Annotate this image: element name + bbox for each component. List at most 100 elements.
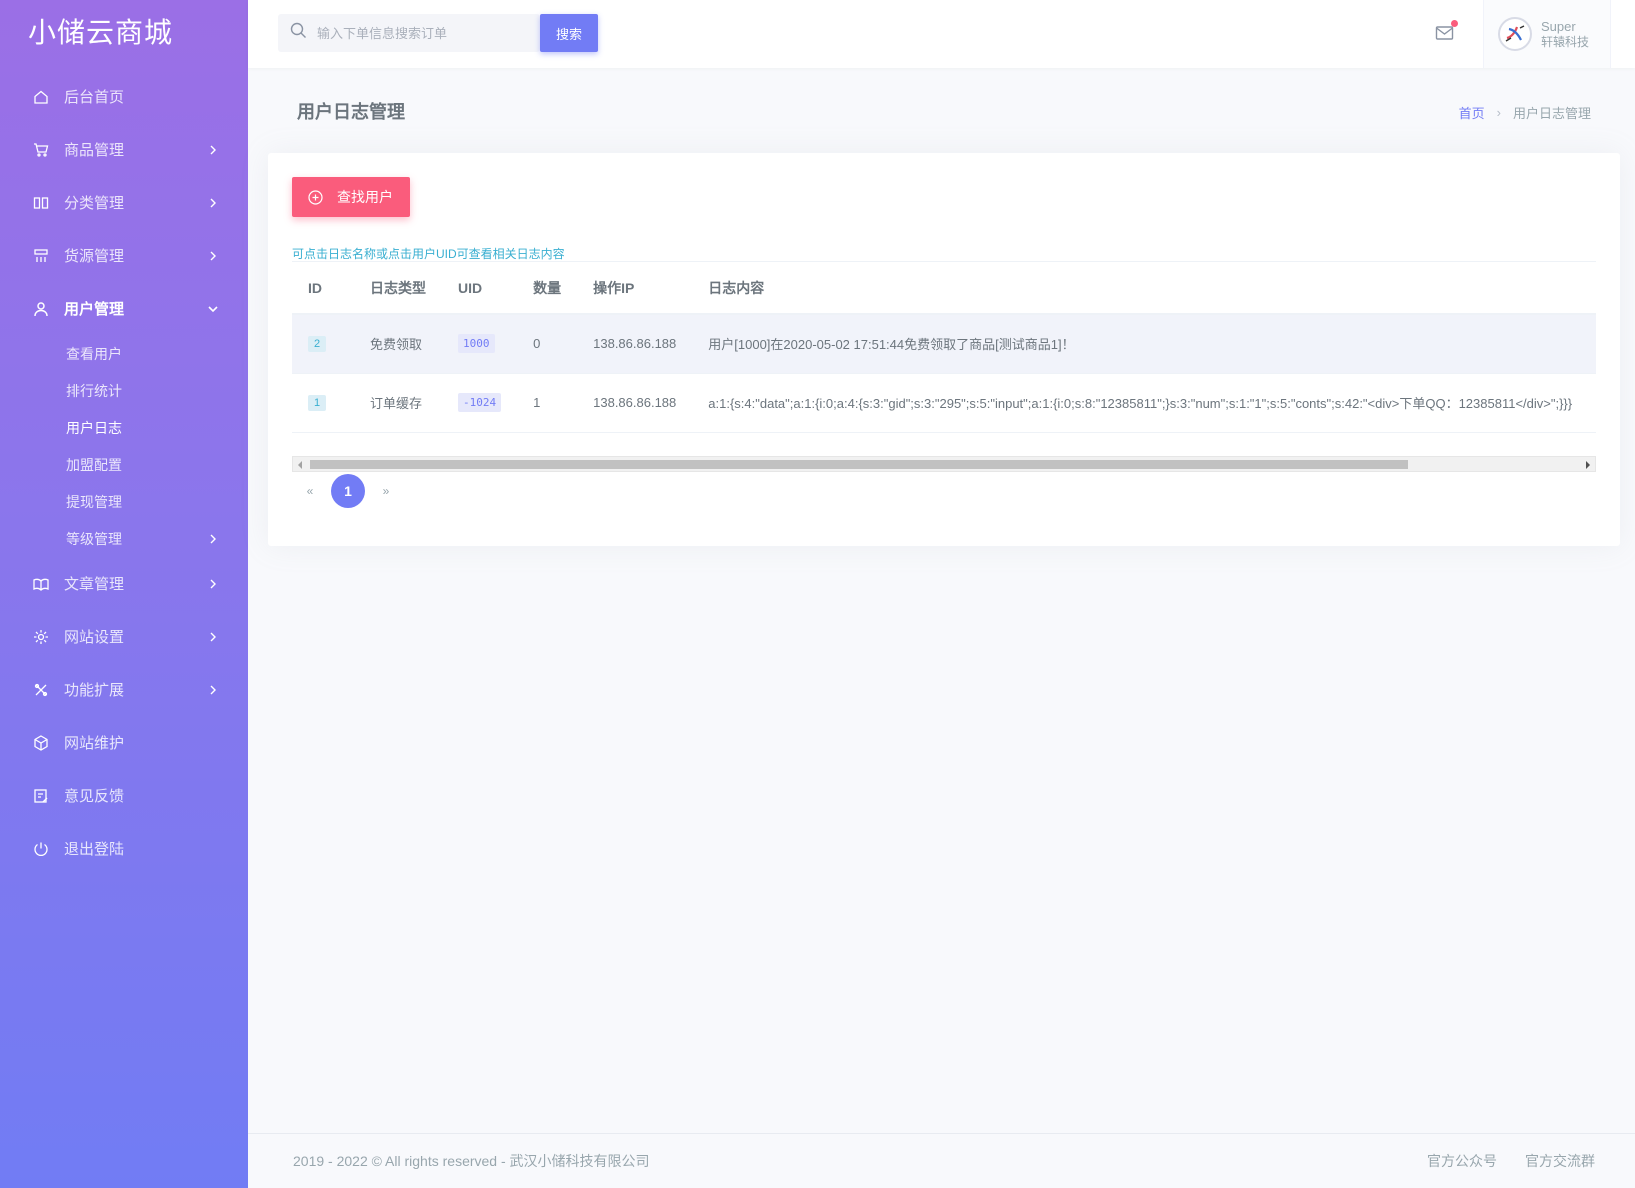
submenu-item-label: 用户日志 bbox=[66, 419, 122, 436]
search-input[interactable] bbox=[317, 25, 527, 41]
chevron-right-icon bbox=[208, 531, 218, 547]
sidebar-item-maintenance[interactable]: 网站维护 bbox=[0, 716, 248, 769]
submenu-item-withdrawal[interactable]: 提现管理 bbox=[0, 483, 248, 520]
submenu-item-label: 加盟配置 bbox=[66, 456, 122, 473]
footer: 2019 - 2022 © All rights reserved - 武汉小储… bbox=[248, 1133, 1635, 1188]
user-name: Super bbox=[1541, 19, 1576, 34]
feedback-icon bbox=[32, 787, 50, 805]
user-log-card: 查找用户 可点击日志名称或点击用户UID可查看相关日志内容 ID 日志类型 UI… bbox=[268, 153, 1620, 546]
sidebar-item-products[interactable]: 商品管理 bbox=[0, 123, 248, 176]
user-submenu-container: 查看用户 排行统计 用户日志 加盟配置 提现管理 等级管理 bbox=[0, 335, 248, 557]
cell-id: 1 bbox=[292, 373, 354, 433]
cell-content: a:1:{s:4:"data";a:1:{i:0;a:4:{s:3:"gid";… bbox=[692, 373, 1589, 433]
sidebar-item-label: 货源管理 bbox=[64, 248, 125, 265]
breadcrumb-current: 用户日志管理 bbox=[1512, 106, 1591, 121]
sidebar-item-label: 退出登陆 bbox=[64, 841, 125, 858]
home-icon bbox=[32, 88, 50, 106]
sidebar-item-users[interactable]: 用户管理 bbox=[0, 282, 248, 335]
submenu-item-view-users[interactable]: 查看用户 bbox=[0, 335, 248, 372]
sidebar: 小储云商城 后台首页 商品管理 分类管理 货源管理 用户管理 查看用户 排行统计… bbox=[0, 0, 248, 1188]
uid-badge[interactable]: 1000 bbox=[458, 334, 495, 354]
footer-link-wechat[interactable]: 官方公众号 bbox=[1427, 1151, 1497, 1171]
cell-ip: 138.86.86.188 bbox=[577, 314, 693, 374]
footer-link-group[interactable]: 官方交流群 bbox=[1525, 1151, 1595, 1171]
search-button[interactable]: 搜索 bbox=[540, 14, 598, 52]
cell-uid: 1000 bbox=[442, 314, 518, 374]
sidebar-nav: 后台首页 商品管理 分类管理 货源管理 用户管理 查看用户 排行统计 用户日志 bbox=[0, 70, 248, 875]
chevron-right-icon bbox=[208, 251, 218, 261]
top-header: 搜索 Super 轩辕科技 bbox=[248, 0, 1635, 68]
col-uid: UID bbox=[442, 262, 518, 315]
scroll-left-arrow-icon[interactable] bbox=[298, 461, 302, 469]
submenu-item-user-log[interactable]: 用户日志 bbox=[0, 409, 248, 446]
submenu-item-label: 提现管理 bbox=[66, 493, 122, 510]
cart-icon bbox=[32, 141, 50, 159]
log-table: ID 日志类型 UID 数量 操作IP 日志内容 发送 2 免费领取 1000 … bbox=[292, 262, 1596, 433]
col-content: 日志内容 bbox=[692, 262, 1589, 315]
horizontal-scrollbar[interactable] bbox=[292, 456, 1596, 472]
search-box bbox=[278, 14, 540, 52]
sidebar-item-site-settings[interactable]: 网站设置 bbox=[0, 610, 248, 663]
cell-count: 1 bbox=[517, 373, 578, 433]
col-ip: 操作IP bbox=[577, 262, 693, 315]
sidebar-item-logout[interactable]: 退出登陆 bbox=[0, 822, 248, 875]
cell-log-type[interactable]: 免费领取 bbox=[354, 314, 442, 374]
log-table-container[interactable]: ID 日志类型 UID 数量 操作IP 日志内容 发送 2 免费领取 1000 … bbox=[292, 261, 1596, 457]
extension-icon bbox=[32, 681, 50, 699]
id-badge: 2 bbox=[308, 336, 327, 353]
scroll-right-arrow-icon[interactable] bbox=[1586, 461, 1590, 469]
cell-time: 2020 bbox=[1588, 314, 1596, 374]
user-submenu: 查看用户 排行统计 用户日志 加盟配置 提现管理 等级管理 bbox=[0, 335, 248, 557]
avatar bbox=[1498, 17, 1532, 51]
scrollbar-thumb[interactable] bbox=[310, 460, 1408, 469]
box-icon bbox=[32, 734, 50, 752]
pagination-prev[interactable]: « bbox=[298, 484, 322, 498]
col-id: ID bbox=[292, 262, 354, 315]
pagination-page-current[interactable]: 1 bbox=[331, 474, 365, 508]
cell-content: 用户[1000]在2020-05-02 17:51:44免费领取了商品[测试商品… bbox=[692, 314, 1589, 374]
submenu-item-ranking[interactable]: 排行统计 bbox=[0, 372, 248, 409]
sidebar-item-label: 后台首页 bbox=[64, 89, 125, 106]
notification-dot bbox=[1451, 20, 1458, 27]
book-icon bbox=[32, 575, 50, 593]
col-count: 数量 bbox=[517, 262, 578, 315]
submenu-item-franchise-config[interactable]: 加盟配置 bbox=[0, 446, 248, 483]
submenu-item-label: 排行统计 bbox=[66, 382, 122, 399]
cell-uid: -1024 bbox=[442, 373, 518, 433]
sidebar-item-feedback[interactable]: 意见反馈 bbox=[0, 769, 248, 822]
sidebar-item-label: 分类管理 bbox=[64, 195, 125, 212]
sidebar-item-sources[interactable]: 货源管理 bbox=[0, 229, 248, 282]
page-title: 用户日志管理 bbox=[297, 102, 405, 122]
cell-ip: 138.86.86.188 bbox=[577, 373, 693, 433]
table-row: 1 订单缓存 -1024 1 138.86.86.188 a:1:{s:4:"d… bbox=[292, 373, 1596, 433]
chevron-right-icon bbox=[208, 579, 218, 589]
find-user-button[interactable]: 查找用户 bbox=[292, 177, 410, 217]
chevron-right-icon bbox=[208, 198, 218, 208]
grid-icon bbox=[32, 247, 50, 265]
power-icon bbox=[32, 840, 50, 858]
cell-count: 0 bbox=[517, 314, 578, 374]
submenu-item-label: 等级管理 bbox=[66, 530, 122, 547]
notification-button[interactable] bbox=[1435, 20, 1459, 44]
sidebar-item-categories[interactable]: 分类管理 bbox=[0, 176, 248, 229]
cell-id: 2 bbox=[292, 314, 354, 374]
submenu-item-levels[interactable]: 等级管理 bbox=[0, 520, 248, 557]
pagination-next[interactable]: » bbox=[374, 484, 398, 498]
user-profile-menu[interactable]: Super 轩辕科技 bbox=[1483, 0, 1611, 68]
sidebar-item-label: 用户管理 bbox=[64, 301, 125, 318]
sidebar-item-extensions[interactable]: 功能扩展 bbox=[0, 663, 248, 716]
breadcrumb-home-link[interactable]: 首页 bbox=[1459, 103, 1485, 122]
sidebar-item-articles[interactable]: 文章管理 bbox=[0, 557, 248, 610]
sidebar-item-label: 网站维护 bbox=[64, 735, 125, 752]
app-logo[interactable]: 小储云商城 bbox=[0, 0, 248, 62]
uid-badge[interactable]: -1024 bbox=[458, 393, 502, 412]
sidebar-item-dashboard[interactable]: 后台首页 bbox=[0, 70, 248, 123]
sidebar-item-label: 功能扩展 bbox=[64, 682, 125, 699]
user-icon bbox=[32, 300, 50, 318]
brand-logo-icon bbox=[1505, 25, 1525, 42]
user-company: 轩辕科技 bbox=[1541, 35, 1590, 49]
gear-icon bbox=[32, 628, 50, 646]
table-row: 2 免费领取 1000 0 138.86.86.188 用户[1000]在202… bbox=[292, 314, 1596, 374]
cell-log-type[interactable]: 订单缓存 bbox=[354, 373, 442, 433]
submenu-item-label: 查看用户 bbox=[66, 345, 122, 362]
